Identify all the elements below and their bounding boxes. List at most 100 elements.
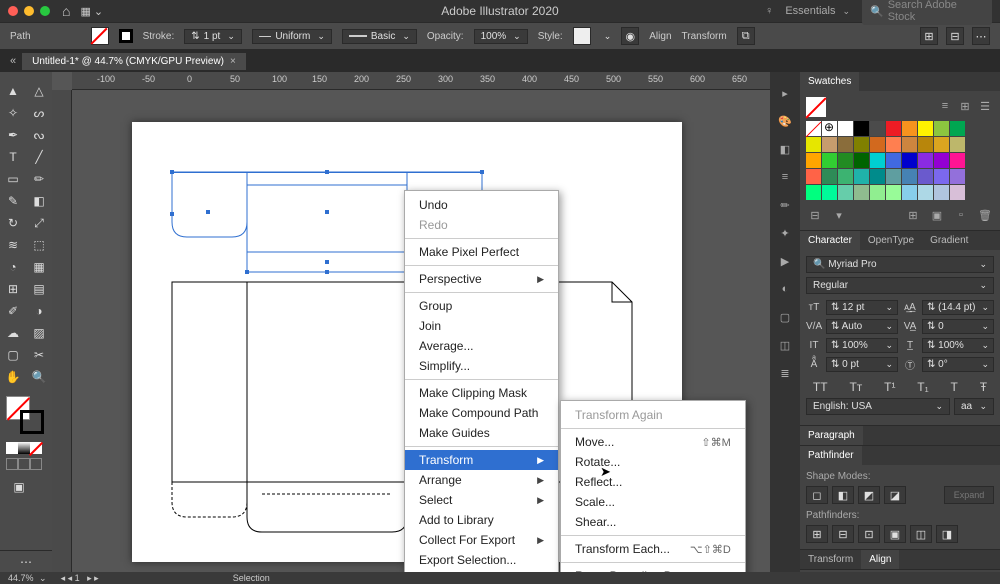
tab-home-icon[interactable]: « <box>10 55 16 67</box>
transform-tab[interactable]: Transform <box>800 550 861 569</box>
language-field[interactable]: English: USA <box>806 398 950 415</box>
perspective-tool[interactable]: ▦ <box>26 256 52 278</box>
outline-icon[interactable]: ◫ <box>910 525 932 543</box>
type-tool[interactable]: T <box>0 146 26 168</box>
tracking-field[interactable]: ⇅ 0 <box>922 319 994 334</box>
minimize-button[interactable] <box>24 6 34 16</box>
artboard-tool[interactable]: ▢ <box>0 344 26 366</box>
home-icon[interactable] <box>62 3 70 19</box>
artboard-nav[interactable]: ◂ ◂ 1 ▸ ▸ <box>61 573 99 584</box>
font-size-field[interactable]: ⇅ 12 pt <box>826 300 898 315</box>
baseline-field[interactable]: ⇅ 0 pt <box>826 357 898 372</box>
submenu-scale[interactable]: Scale... <box>561 492 745 512</box>
new-swatch-icon[interactable]: ▫ <box>952 206 970 224</box>
graph-tool[interactable]: ▨ <box>26 322 52 344</box>
transparency-icon[interactable]: ◫ <box>776 336 794 354</box>
brushes-icon[interactable]: ✏ <box>776 196 794 214</box>
scale-tool[interactable]: ⤢ <box>26 212 52 234</box>
appearance-icon[interactable]: ◐ <box>776 280 794 298</box>
brush-definition[interactable]: Basic <box>342 29 417 44</box>
menu-clip[interactable]: Make Clipping Mask <box>405 383 558 403</box>
menu-library[interactable]: Add to Library <box>405 510 558 530</box>
stroke-weight-field[interactable]: ⇅1 pt <box>184 29 242 44</box>
workspace-switcher[interactable]: Essentials <box>785 5 850 17</box>
submenu-reflect[interactable]: Reflect... <box>561 472 745 492</box>
color-mode-buttons[interactable] <box>6 442 52 454</box>
hand-tool[interactable]: ✋ <box>0 366 26 388</box>
char-rotation-field[interactable]: ⇅ 0° <box>922 357 994 372</box>
stroke-swatch[interactable] <box>119 29 133 43</box>
submenu-rotate[interactable]: Rotate... <box>561 452 745 472</box>
close-tab-icon[interactable]: × <box>230 56 236 67</box>
type-case-buttons[interactable]: TTTᴛT¹T₁TŦ <box>806 376 994 398</box>
intersect-icon[interactable]: ◩ <box>858 486 880 504</box>
submenu-move[interactable]: Move...⇧⌘M <box>561 432 745 452</box>
color-panel-icon[interactable]: 🎨 <box>776 112 794 130</box>
maximize-button[interactable] <box>40 6 50 16</box>
opentype-tab[interactable]: OpenType <box>860 231 922 250</box>
prefs-icon[interactable]: ⋯ <box>972 27 990 45</box>
menu-simplify[interactable]: Simplify... <box>405 356 558 376</box>
direct-select-tool[interactable]: △ <box>26 80 52 102</box>
menu-guides[interactable]: Make Guides <box>405 423 558 443</box>
selection-tool[interactable]: ▲ <box>0 80 26 102</box>
snap-point-icon[interactable]: ⊟ <box>946 27 964 45</box>
swatch-libs-icon[interactable]: ⊞ <box>904 206 922 224</box>
graphic-styles-icon[interactable]: ▢ <box>776 308 794 326</box>
menu-arrange[interactable]: Arrange▶ <box>405 470 558 490</box>
menu-export-selection[interactable]: Export Selection... <box>405 550 558 570</box>
shaper-tool[interactable]: ✎ <box>0 190 26 212</box>
align-tab[interactable]: Align <box>861 550 899 569</box>
symbols-icon[interactable]: ✦ <box>776 224 794 242</box>
submenu-shear[interactable]: Shear... <box>561 512 745 532</box>
mesh-tool[interactable]: ⊞ <box>0 278 26 300</box>
fill-swatch[interactable] <box>91 27 109 45</box>
swatch-options-icon[interactable]: ☰ <box>976 97 994 115</box>
line-tool[interactable]: ╱ <box>26 146 52 168</box>
unite-icon[interactable]: ◻ <box>806 486 828 504</box>
symbol-tool[interactable]: ☁ <box>0 322 26 344</box>
hscale-field[interactable]: ⇅ 100% <box>922 338 994 353</box>
paragraph-panel[interactable]: Paragraph <box>800 426 1000 446</box>
menu-average[interactable]: Average... <box>405 336 558 356</box>
canvas-area[interactable]: -100 -50 0 50 100 150 200 250 300 350 40… <box>52 72 770 572</box>
rotate-tool[interactable]: ↻ <box>0 212 26 234</box>
stroke-profile[interactable]: Uniform <box>252 29 332 44</box>
transform-link[interactable]: Transform <box>682 31 727 42</box>
zoom-field[interactable]: 44.7% <box>8 573 47 584</box>
minus-back-icon[interactable]: ◨ <box>936 525 958 543</box>
discover-icon[interactable]: ♀ <box>765 5 773 17</box>
free-transform-tool[interactable]: ⬚ <box>26 234 52 256</box>
menu-collect[interactable]: Collect For Export▶ <box>405 530 558 550</box>
brush-tool[interactable]: ✏ <box>26 168 52 190</box>
font-style-field[interactable]: Regular <box>806 277 994 294</box>
opacity-field[interactable]: 100% <box>474 29 528 44</box>
swatch-kind-icon[interactable]: ▾ <box>830 206 848 224</box>
slice-tool[interactable]: ✂ <box>26 344 52 366</box>
menu-pixel-perfect[interactable]: Make Pixel Perfect <box>405 242 558 262</box>
snap-pixel-icon[interactable]: ⊞ <box>920 27 938 45</box>
swatch-grid-icon[interactable]: ⊞ <box>956 97 974 115</box>
menu-select[interactable]: Select▶ <box>405 490 558 510</box>
menu-perspective[interactable]: Perspective▶ <box>405 269 558 289</box>
pathfinder-tab[interactable]: Pathfinder <box>800 446 862 465</box>
merge-icon[interactable]: ⊡ <box>858 525 880 543</box>
vscale-field[interactable]: ⇅ 100% <box>826 338 898 353</box>
align-link[interactable]: Align <box>649 31 671 42</box>
screen-mode-icon[interactable]: ▣ <box>6 476 32 498</box>
curvature-tool[interactable]: ᔓ <box>26 124 52 146</box>
divide-icon[interactable]: ⊞ <box>806 525 828 543</box>
shape-builder-tool[interactable]: ◔ <box>0 256 26 278</box>
font-family-field[interactable]: 🔍 Myriad Pro <box>806 256 994 273</box>
delete-swatch-icon[interactable]: 🗑 <box>976 206 994 224</box>
stock-search[interactable]: 🔍 Search Adobe Stock <box>862 0 992 25</box>
menu-compound[interactable]: Make Compound Path <box>405 403 558 423</box>
document-tab[interactable]: Untitled-1* @ 44.7% (CMYK/GPU Preview) × <box>22 53 246 70</box>
eyedropper-tool[interactable]: ✐ <box>0 300 26 322</box>
pen-tool[interactable]: ✒ <box>0 124 26 146</box>
zoom-tool[interactable]: 🔍 <box>26 366 52 388</box>
fill-stroke-control[interactable] <box>6 396 44 434</box>
swatch-menu-icon[interactable]: ⊟ <box>806 206 824 224</box>
properties-icon[interactable]: ▸ <box>776 84 794 102</box>
close-button[interactable] <box>8 6 18 16</box>
